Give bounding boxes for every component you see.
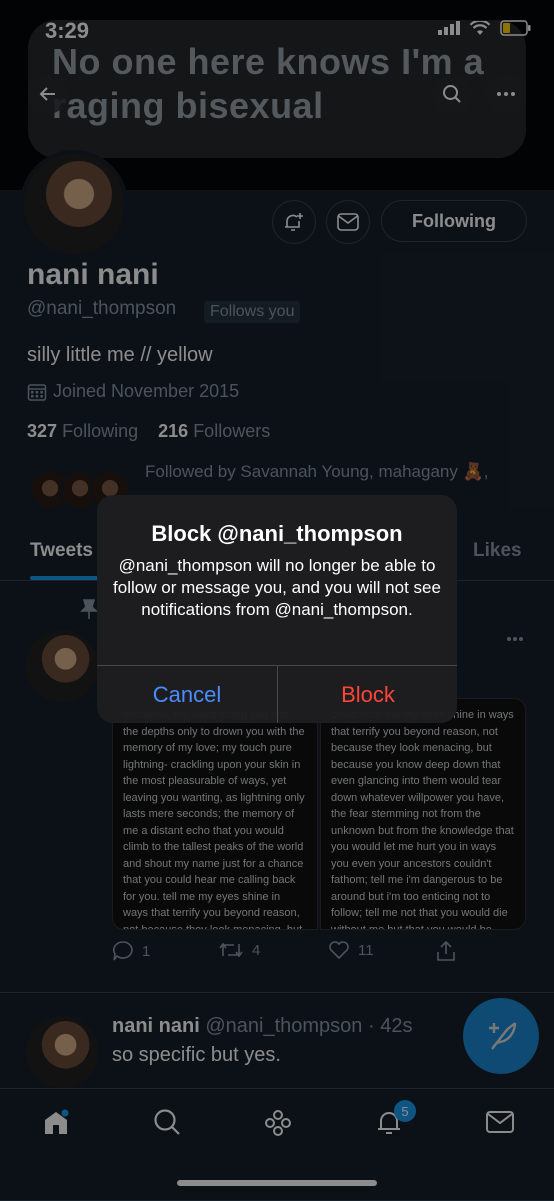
block-alert-dialog: Block @nani_thompson @nani_thompson will… [97,495,457,723]
block-button[interactable]: Block [278,666,457,723]
alert-title: Block @nani_thompson [151,521,403,546]
alert-message: @nani_thompson will no longer be able to… [113,556,441,619]
cancel-button[interactable]: Cancel [97,666,277,723]
